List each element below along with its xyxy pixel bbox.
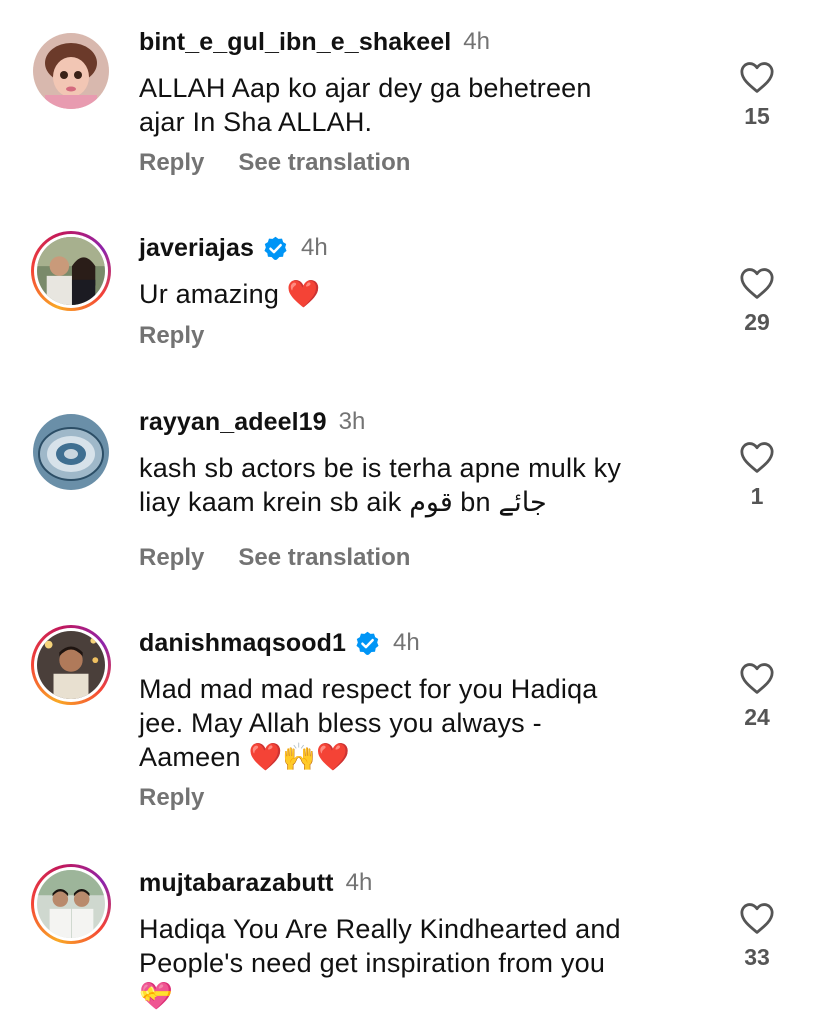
like-count: 29	[744, 309, 770, 335]
like-count: 33	[744, 944, 770, 970]
timestamp: 4h	[463, 28, 490, 55]
reply-button[interactable]: Reply	[139, 149, 204, 177]
avatar-image	[37, 237, 105, 305]
comment-line: Aameen ❤️🙌❤️	[139, 742, 350, 772]
see-translation-button[interactable]: See translation	[238, 544, 410, 572]
like-count: 15	[744, 103, 770, 129]
avatar-image	[33, 414, 109, 490]
avatar[interactable]	[31, 625, 111, 705]
avatar[interactable]	[33, 33, 109, 109]
like-button[interactable]: 24	[733, 661, 781, 731]
comment-item: mujtabarazabutt 4h Hadiqa You Are Really…	[0, 850, 817, 1024]
verified-badge-icon	[264, 236, 287, 260]
comment-actions: Reply See translation	[139, 147, 410, 179]
comment-header: bint_e_gul_ibn_e_shakeel 4h	[139, 25, 490, 59]
username-link[interactable]: bint_e_gul_ibn_e_shakeel	[139, 28, 451, 57]
comment-actions: Reply	[139, 320, 204, 352]
like-count: 1	[750, 483, 764, 509]
comment-header: danishmaqsood1 4h	[139, 626, 420, 660]
username-link[interactable]: rayyan_adeel19	[139, 408, 327, 437]
timestamp: 4h	[345, 869, 373, 896]
comment-line: liay kaam krein sb aik قوم bn جائے	[139, 487, 547, 517]
username-link[interactable]: mujtabarazabutt	[139, 869, 334, 898]
reply-button[interactable]: Reply	[139, 322, 204, 350]
comment-actions: Reply	[139, 782, 204, 814]
like-button[interactable]: 33	[733, 901, 781, 971]
timestamp: 4h	[301, 234, 328, 261]
comment-header: rayyan_adeel19 3h	[139, 405, 365, 439]
comment-item: bint_e_gul_ibn_e_shakeel 4h ALLAH Aap ko…	[0, 0, 817, 200]
avatar[interactable]	[33, 414, 109, 490]
see-translation-button[interactable]: See translation	[238, 149, 410, 177]
like-button[interactable]: 29	[733, 266, 781, 336]
comment-line: jee. May Allah bless you always -	[139, 708, 542, 738]
username-link[interactable]: javeriajas	[139, 234, 254, 263]
comment-line: 💝	[139, 981, 173, 1012]
comment-line: ALLAH Aap ko ajar dey ga behetreen	[139, 73, 592, 103]
comment-text: Hadiqa You Are Really Kindhearted and Pe…	[139, 912, 699, 1014]
comment-text: Ur amazing ❤️	[139, 277, 699, 311]
heart-outline-icon	[740, 442, 774, 473]
comment-item: javeriajas 4h Ur amazing ❤️ Reply 29	[0, 200, 817, 390]
comment-text: Mad mad mad respect for you Hadiqa jee. …	[139, 672, 699, 774]
timestamp: 4h	[393, 629, 420, 656]
verified-badge-icon	[356, 631, 379, 655]
timestamp: 3h	[338, 408, 366, 435]
comment-header: mujtabarazabutt 4h	[139, 866, 372, 900]
comment-item: danishmaqsood1 4h Mad mad mad respect fo…	[0, 600, 817, 850]
comment-line: Mad mad mad respect for you Hadiqa	[139, 674, 598, 704]
like-button[interactable]: 1	[733, 440, 781, 510]
heart-outline-icon	[740, 663, 774, 694]
comment-header: javeriajas 4h	[139, 231, 328, 265]
like-count: 24	[744, 704, 770, 730]
reply-button[interactable]: Reply	[139, 784, 204, 812]
comment-text: ALLAH Aap ko ajar dey ga behetreen ajar …	[139, 71, 699, 139]
comment-text: kash sb actors be is terha apne mulk ky …	[139, 451, 699, 519]
comment-line: People's need get inspiration from you	[139, 948, 606, 978]
avatar-image	[37, 870, 105, 938]
comment-line: ajar In Sha ALLAH.	[139, 107, 373, 137]
avatar-image	[37, 631, 105, 699]
heart-outline-icon	[740, 62, 774, 93]
avatar[interactable]	[31, 231, 111, 311]
reply-button[interactable]: Reply	[139, 544, 204, 572]
avatar-image	[33, 33, 109, 109]
comment-line: kash sb actors be is terha apne mulk ky	[139, 453, 622, 483]
like-button[interactable]: 15	[733, 60, 781, 130]
comment-item: rayyan_adeel19 3h kash sb actors be is t…	[0, 390, 817, 600]
comment-actions: Reply See translation	[139, 542, 410, 574]
heart-outline-icon	[740, 903, 774, 934]
heart-outline-icon	[740, 268, 774, 299]
comment-line: Ur amazing ❤️	[139, 279, 321, 309]
comment-line: Hadiqa You Are Really Kindhearted and	[139, 914, 621, 944]
username-link[interactable]: danishmaqsood1	[139, 629, 346, 658]
avatar[interactable]	[31, 864, 111, 944]
